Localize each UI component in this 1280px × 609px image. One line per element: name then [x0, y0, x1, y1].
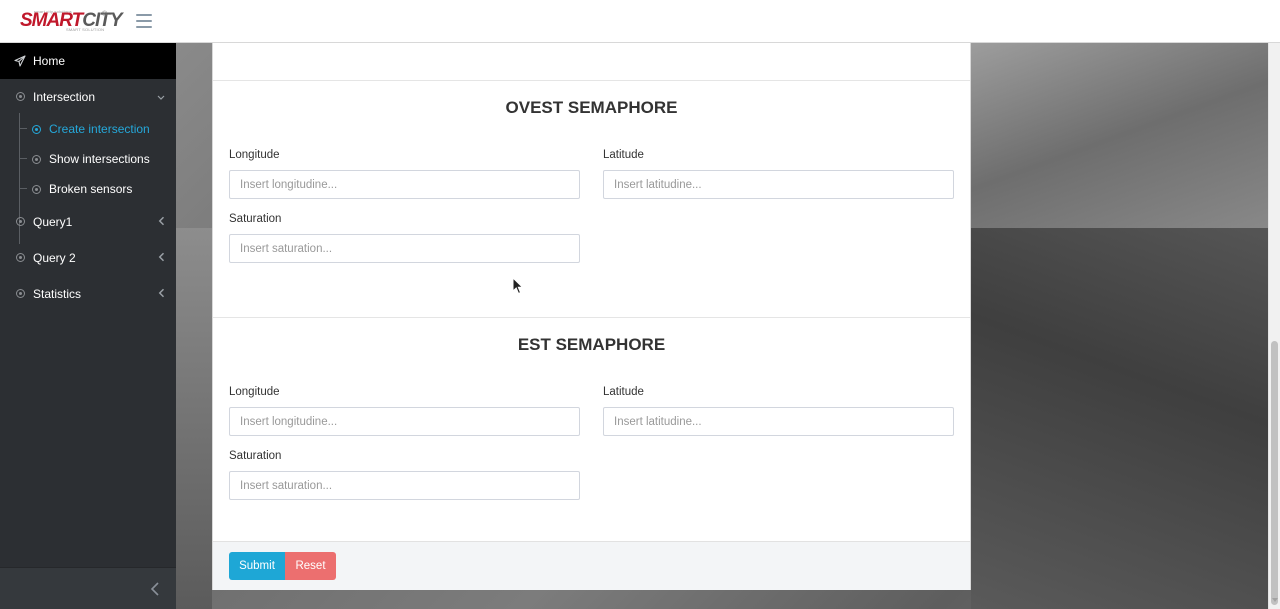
page-scrollbar[interactable] — [1268, 43, 1280, 609]
circle-dot-icon — [32, 185, 41, 194]
sidebar-item-label: Create intersection — [49, 122, 150, 136]
ovest-latitude-label: Latitude — [603, 149, 644, 161]
tree-branch — [19, 158, 27, 159]
sidebar-item-broken-sensors[interactable]: Broken sensors — [0, 174, 176, 204]
reset-button[interactable]: Reset — [285, 552, 336, 580]
sidebar-item-label: Query 2 — [33, 251, 76, 265]
est-saturation-input[interactable] — [229, 471, 580, 500]
ovest-saturation-input[interactable] — [229, 234, 580, 263]
sidebar: Home Intersection Create intersection Sh… — [0, 43, 176, 609]
background-image-segment — [971, 228, 1268, 609]
chevron-left-icon — [158, 216, 165, 226]
sidebar-item-intersection[interactable]: Intersection — [0, 79, 176, 115]
chevron-left-icon — [158, 288, 165, 298]
ovest-longitude-input[interactable] — [229, 170, 580, 199]
mouse-pointer-icon — [512, 277, 524, 295]
sidebar-item-label: Query1 — [33, 215, 73, 229]
section-divider — [213, 80, 970, 81]
sidebar-item-show-intersections[interactable]: Show intersections — [0, 144, 176, 174]
circle-dot-icon — [16, 253, 25, 262]
send-icon — [14, 55, 26, 67]
sidebar-item-home[interactable]: Home — [0, 43, 176, 79]
scrollbar-thumb[interactable] — [1271, 341, 1278, 605]
submit-button[interactable]: Submit — [229, 552, 285, 580]
logo-subtitle: SMART SOLUTION — [66, 27, 105, 32]
logo-trademark: ® — [102, 11, 108, 18]
menu-toggle-icon[interactable] — [136, 14, 152, 28]
background-image-segment — [176, 228, 212, 609]
chevron-down-icon — [157, 95, 165, 100]
smartcity-logo[interactable]: smart city solutions SMARTCITY ® SMART S… — [20, 9, 123, 33]
sidebar-item-create-intersection[interactable]: Create intersection — [0, 114, 176, 144]
form-footer: Submit Reset — [213, 541, 970, 590]
est-semaphore-title: EST SEMAPHORE — [517, 335, 666, 354]
est-latitude-label: Latitude — [603, 386, 644, 398]
circle-dot-icon — [16, 289, 25, 298]
section-divider — [213, 317, 970, 318]
ovest-saturation-label: Saturation — [229, 213, 282, 225]
chevron-left-icon — [158, 252, 165, 262]
sidebar-item-query-2[interactable]: Query 2 — [0, 240, 176, 276]
sidebar-footer — [0, 567, 176, 609]
est-longitude-label: Longitude — [229, 386, 280, 398]
circle-dot-icon — [32, 125, 41, 134]
est-saturation-label: Saturation — [229, 450, 282, 462]
circle-dot-icon — [32, 155, 41, 164]
sidebar-item-label: Statistics — [33, 287, 82, 301]
tree-branch — [19, 128, 27, 129]
intersection-form-card: OVEST SEMAPHORE Longitude Latitude Satur… — [212, 43, 971, 590]
est-latitude-input[interactable] — [603, 407, 954, 436]
top-navbar: smart city solutions SMARTCITY ® SMART S… — [0, 0, 1280, 43]
sidebar-item-label: Home — [33, 54, 66, 68]
collapse-sidebar-icon[interactable] — [150, 582, 160, 596]
sidebar-item-statistics[interactable]: Statistics — [0, 276, 176, 312]
circle-dot-icon — [16, 217, 25, 226]
ovest-longitude-label: Longitude — [229, 149, 280, 161]
sidebar-item-label: Broken sensors — [49, 182, 133, 196]
ovest-latitude-input[interactable] — [603, 170, 954, 199]
sidebar-item-label: Show intersections — [49, 152, 150, 166]
sidebar-item-query1[interactable]: Query1 — [0, 204, 176, 240]
tree-branch — [19, 188, 27, 189]
circle-dot-icon — [16, 92, 25, 101]
scroll-down-arrow-icon[interactable] — [1272, 598, 1278, 602]
ovest-semaphore-title: OVEST SEMAPHORE — [505, 98, 678, 117]
est-longitude-input[interactable] — [229, 407, 580, 436]
background-image-segment — [971, 43, 1268, 228]
sidebar-item-label: Intersection — [33, 90, 96, 104]
